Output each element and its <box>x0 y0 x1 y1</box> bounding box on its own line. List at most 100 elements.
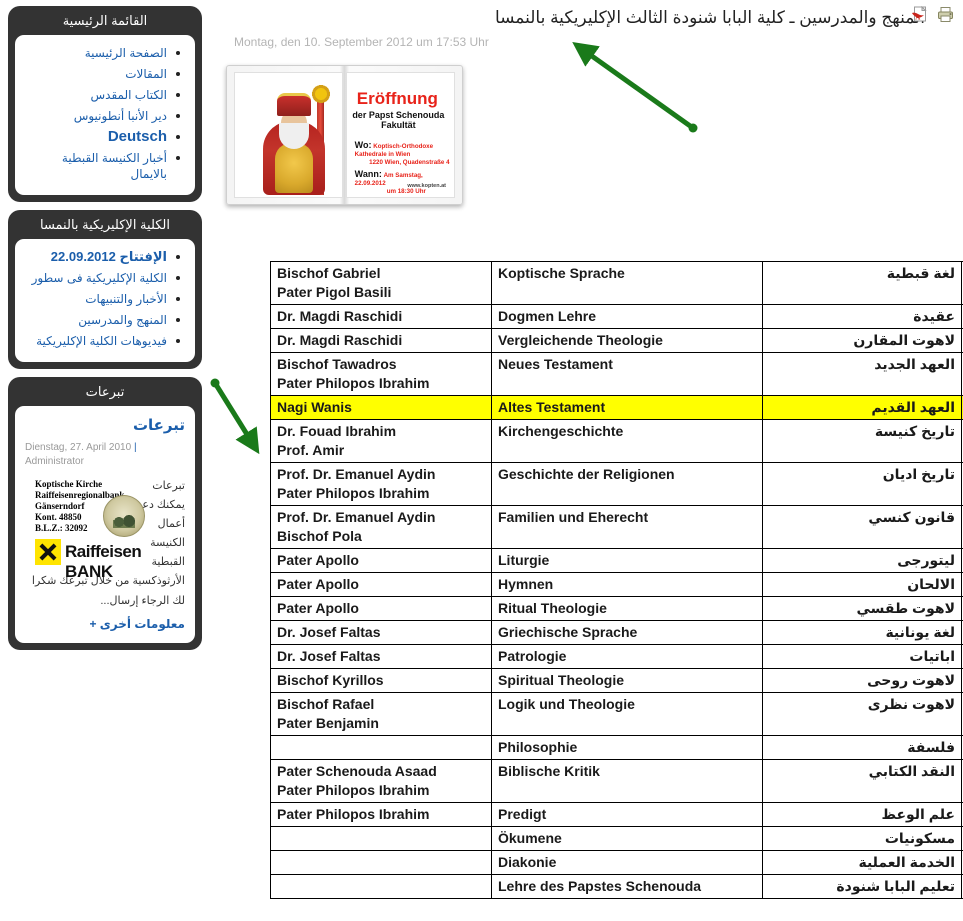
sidebar-item-videos[interactable]: فيديوهات الكلية الإكليريكية <box>21 331 189 352</box>
sidebar-item-label: المنهج والمدرسين <box>78 313 167 327</box>
pdf-icon[interactable]: A <box>911 5 927 28</box>
cell-teacher: Bischof Kyrillos <box>270 668 492 693</box>
teacher-line-1: Bischof Tawadros <box>277 356 397 372</box>
cell-subject: Kirchengeschichte <box>491 419 763 463</box>
seminary-menu-list: الإفتتاح 22.09.2012 الكلية الإكليريكية ف… <box>21 247 189 352</box>
pope-staff-top <box>312 85 330 103</box>
table-row: Dr. Josef FaltasPatrologieاباتيات13 <box>270 644 963 669</box>
cell-teacher: Dr. Magdi Raschidi <box>270 328 492 353</box>
cell-subject: Neues Testament <box>491 352 763 396</box>
cell-teacher <box>270 850 492 875</box>
cell-subject: Altes Testament <box>491 395 763 420</box>
cell-subject-arabic: اباتيات <box>762 644 962 669</box>
donations-date: Dienstag, 27. April 2010 | <box>21 438 189 454</box>
module-body-seminary: الإفتتاح 22.09.2012 الكلية الإكليريكية ف… <box>15 239 195 362</box>
sidebar-item-bible[interactable]: الكتاب المقدس <box>21 85 189 106</box>
cell-subject-arabic: ليتورجى <box>762 548 962 573</box>
sidebar-item-label: دير الأنبا أنطونيوس <box>73 109 167 123</box>
cell-subject: Patrologie <box>491 644 763 669</box>
sidebar-item-seminary-overview[interactable]: الكلية الإكليريكية فى سطور <box>21 268 189 289</box>
teacher-line-2: Pater Philopos Ibrahim <box>277 485 430 501</box>
pope-portrait <box>255 85 333 195</box>
cell-subject: Logik und Theologie <box>491 692 763 736</box>
cell-teacher: Pater Apollo <box>270 596 492 621</box>
main-content: A المنهج والمدرسين ـ كلية البابا شنودة ا… <box>210 0 963 921</box>
sidebar-item-deutsch[interactable]: Deutsch <box>21 127 189 148</box>
teacher-line-1: Dr. Fouad Ibrahim <box>277 423 397 439</box>
poster-when-label: Wann: <box>354 169 382 179</box>
cell-teacher <box>270 826 492 851</box>
teacher-line-2: Pater Philopos Ibrahim <box>277 375 430 391</box>
poster-title: Eröffnung <box>356 89 438 108</box>
raiffeisen-logo-line2: BANK <box>65 562 113 581</box>
cell-teacher: Dr. Fouad Ibrahim Prof. Amir <box>270 419 492 463</box>
raiffeisen-logo-line1: Raiffeisen <box>65 542 142 561</box>
teacher-line-1: Dr. Magdi Raschidi <box>277 308 403 324</box>
article-action-icons: A <box>905 5 954 28</box>
cell-subject-arabic: مسكونيات <box>762 826 962 851</box>
table-row: Bischof Tawadros Pater Philopos Ibrahim Ne… <box>270 352 963 396</box>
cell-subject-arabic: لاهوت طقسي <box>762 596 962 621</box>
teacher-line-2: Prof. Amir <box>277 442 345 458</box>
sidebar-item-monastery[interactable]: دير الأنبا أنطونيوس <box>21 106 189 127</box>
cell-subject: Geschichte der Religionen <box>491 462 763 506</box>
raiffeisen-gable-cross-icon <box>35 539 61 565</box>
cell-subject-arabic: فلسفة <box>762 735 962 760</box>
table-row: Diakonieالخدمة العملية20 <box>270 850 963 875</box>
article-header: A المنهج والمدرسين ـ كلية البابا شنودة ا… <box>210 0 963 49</box>
poster-book-image: Eröffnung der Papst Schenouda Fakultät W… <box>226 65 463 205</box>
cell-subject-arabic: لاهوت المقارن <box>762 328 962 353</box>
bank-line-1: Koptische Kirche <box>35 479 103 489</box>
sidebar-item-curriculum-teachers[interactable]: المنهج والمدرسين <box>21 310 189 331</box>
table-row: Pater ApolloLiturgieليتورجى9 <box>270 548 963 573</box>
module-title-donations: تبرعات <box>85 384 125 399</box>
sidebar-item-label: الصفحة الرئيسية <box>84 46 167 60</box>
sidebar-item-articles[interactable]: المقالات <box>21 64 189 85</box>
cell-subject: Lehre des Papstes Schenouda <box>491 874 763 899</box>
page-title: المنهج والمدرسين ـ كلية البابا شنودة الث… <box>494 8 925 27</box>
cell-teacher: Nagi Wanis <box>270 395 492 420</box>
donations-more-link[interactable]: معلومات أخرى + <box>21 611 189 633</box>
cell-teacher: Pater Apollo <box>270 572 492 597</box>
sidebar-item-home[interactable]: الصفحة الرئيسية <box>21 43 189 64</box>
teacher-line-2: Pater Benjamin <box>277 715 379 731</box>
table-row: Lehre des Papstes Schenouda تعليم البابا … <box>270 874 963 899</box>
sidebar: القائمة الرئيسية الصفحة الرئيسية المقالا… <box>0 0 210 921</box>
article-date: Montag, den 10. September 2012 um 17:53 … <box>234 35 489 49</box>
table-row: Pater Schenouda Asaad Pater Philopos Ibra… <box>270 759 963 803</box>
table-row: Ökumeneمسكونيات19 <box>270 826 963 851</box>
print-icon-svg <box>938 7 953 22</box>
poster-subtitle: der Papst Schenouda Fakultät <box>352 110 445 130</box>
table-row: Dr. Magdi RaschidiDogmen Lehreعقيدة2 <box>270 304 963 329</box>
cell-teacher: Pater Philopos Ibrahim <box>270 802 492 827</box>
pope-crown <box>277 93 311 116</box>
table-row: Dr. Fouad Ibrahim Prof. Amir Kirchengeschi… <box>270 419 963 463</box>
teacher-line-1: Bischof Gabriel <box>277 265 381 281</box>
poster-when-value-2: um 18:30 Uhr <box>386 188 426 195</box>
cell-teacher: Bischof Gabriel Pater Pigol Basili <box>270 261 492 305</box>
sidebar-item-news-email[interactable]: أخبار الكنيسة القبطية بالايمال <box>21 148 189 185</box>
sidebar-item-opening[interactable]: الإفتتاح 22.09.2012 <box>21 247 189 268</box>
cell-subject: Familien und Eherecht <box>491 505 763 549</box>
cell-teacher: Dr. Magdi Raschidi <box>270 304 492 329</box>
cell-teacher: Pater Apollo <box>270 548 492 573</box>
cell-subject: Liturgie <box>491 548 763 573</box>
module-body-donations: تبرعات Dienstag, 27. April 2010 | Admini… <box>15 406 195 643</box>
cell-subject-arabic: لغة يونانية <box>762 620 962 645</box>
teacher-line-1: Bischof Kyrillos <box>277 672 384 688</box>
table-row: Philosophieفلسفة16 <box>270 735 963 760</box>
module-seminary: الكلية الإكليريكية بالنمسا الإفتتاح 22.0… <box>8 210 202 369</box>
print-icon[interactable] <box>937 6 954 28</box>
pope-vestment <box>275 143 313 193</box>
teacher-line-2: Pater Pigol Basili <box>277 284 392 300</box>
cell-subject-arabic: تاريخ كنيسة <box>762 419 962 463</box>
book-page-right: Eröffnung der Papst Schenouda Fakultät W… <box>345 72 455 198</box>
cell-subject-arabic: لاهوت روحى <box>762 668 962 693</box>
teacher-line-1: Prof. Dr. Emanuel Aydin <box>277 466 436 482</box>
cell-subject-arabic: لاهوت نظرى <box>762 692 962 736</box>
teacher-line-1: Pater Philopos Ibrahim <box>277 806 430 822</box>
teacher-line-1: Dr. Magdi Raschidi <box>277 332 403 348</box>
sidebar-item-news-notices[interactable]: الأخبار والتنبيهات <box>21 289 189 310</box>
module-title-main-menu: القائمة الرئيسية <box>62 13 148 28</box>
cell-subject-arabic: الخدمة العملية <box>762 850 962 875</box>
